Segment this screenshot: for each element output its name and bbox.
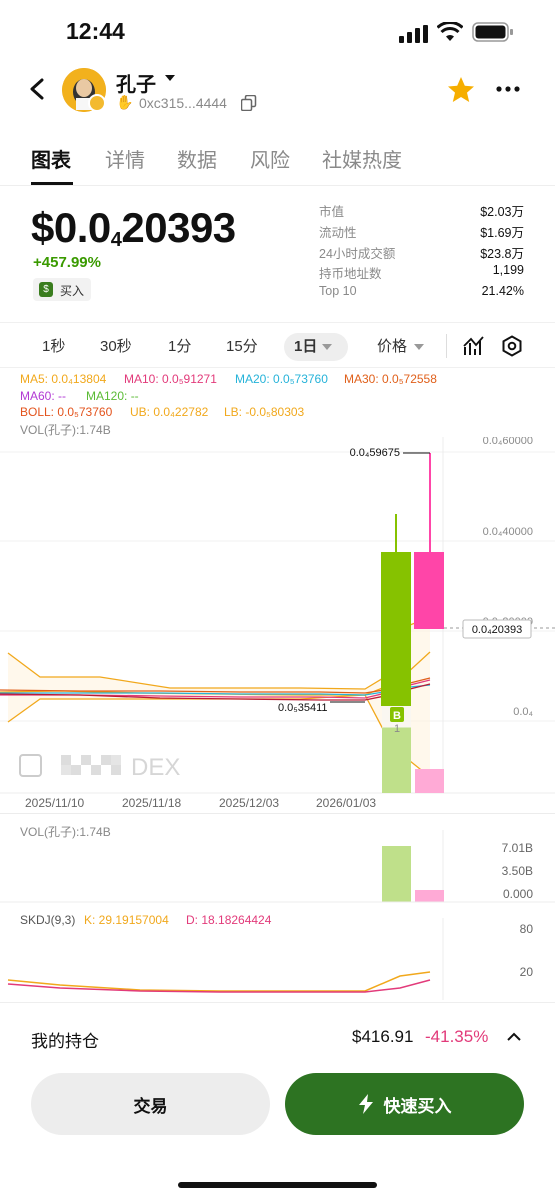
holdings-change: -41.35% xyxy=(425,1027,489,1046)
token-header: 孔子 ✋ 0xc315...4444 xyxy=(0,64,555,118)
volume-bar xyxy=(382,846,411,902)
x-tick-label: 2025/11/18 xyxy=(122,796,181,810)
stat-label: 24小时成交额 xyxy=(319,247,396,261)
boll-ub-label: UB: 0.0₄22782 xyxy=(130,405,209,419)
token-name[interactable]: 孔子 xyxy=(116,68,156,97)
stat-label: 市值 xyxy=(319,205,345,219)
buy-count-label: 1 xyxy=(394,723,400,735)
money-bag-icon: $ xyxy=(39,282,53,297)
timeframe-1s[interactable]: 1秒 xyxy=(42,333,65,361)
boll-label: BOLL: 0.0₅73760 xyxy=(20,405,113,419)
low-price-label: 0.0₅35411 xyxy=(278,702,328,714)
candle-up xyxy=(381,552,411,706)
copy-icon[interactable] xyxy=(241,95,257,111)
current-price: $0.0420393 xyxy=(31,204,236,251)
stat-value: 21.42% xyxy=(481,284,524,298)
x-tick-label: 2025/12/03 xyxy=(219,796,279,810)
skdj-tick-label: 20 xyxy=(520,965,534,979)
caret-down-icon[interactable] xyxy=(165,75,175,83)
y-tick-label: 0.0₄60000 xyxy=(483,437,533,447)
buy-tag-label: 买入 xyxy=(60,284,85,298)
tab-active-indicator xyxy=(31,182,73,185)
ma10-label: MA10: 0.0₅91271 xyxy=(124,372,217,386)
chevron-up-icon[interactable] xyxy=(507,1032,521,1042)
home-indicator xyxy=(178,1182,377,1188)
tab-details[interactable]: 详情 xyxy=(105,144,145,173)
battery-icon xyxy=(472,22,513,42)
caret-down-icon xyxy=(414,344,424,350)
timeframe-1d-label: 1日 xyxy=(294,338,318,355)
buy-marker-label: B xyxy=(393,710,401,722)
timeframe-1m[interactable]: 1分 xyxy=(168,333,191,361)
timeframe-30s[interactable]: 30秒 xyxy=(100,333,132,361)
tab-risk[interactable]: 风险 xyxy=(250,144,290,173)
volume-tick-label: 0.000 xyxy=(503,887,533,901)
x-tick-label: 2026/01/03 xyxy=(316,796,376,810)
tab-social[interactable]: 社媒热度 xyxy=(322,144,402,173)
boll-lb-label: LB: -0.0₅80303 xyxy=(224,405,305,419)
more-icon[interactable] xyxy=(496,86,520,92)
stat-label: 持币地址数 xyxy=(319,267,382,281)
tab-bar: 图表 详情 数据 风险 社媒热度 xyxy=(0,138,555,186)
wifi-icon xyxy=(437,22,463,41)
timeframe-15m[interactable]: 15分 xyxy=(226,333,258,361)
price-dropdown-label: 价格 xyxy=(377,338,408,355)
stat-value: $1.69万 xyxy=(480,226,524,240)
status-time: 12:44 xyxy=(66,18,125,44)
y-tick-label: 0.0₄ xyxy=(513,706,533,718)
star-icon[interactable] xyxy=(447,76,475,104)
chain-badge-icon xyxy=(88,94,106,112)
tab-chart[interactable]: 图表 xyxy=(31,144,71,173)
y-tick-label: 0.0₄40000 xyxy=(483,526,533,538)
current-price-label: 0.0₄20393 xyxy=(472,624,522,636)
stat-value: 1,199 xyxy=(492,263,524,277)
candle-down xyxy=(414,552,444,629)
volume-tick-label: 7.01B xyxy=(502,841,533,855)
settings-hex-icon[interactable] xyxy=(501,335,523,357)
price-change: +457.99% xyxy=(33,254,101,271)
ma120-label: MA120: -- xyxy=(86,389,139,403)
okx-logo-watermark xyxy=(19,754,121,777)
volume-bar xyxy=(382,727,411,793)
price-dropdown[interactable]: 价格 xyxy=(377,333,424,361)
ma30-label: MA30: 0.0₅72558 xyxy=(344,372,437,386)
stat-value: $23.8万 xyxy=(480,247,524,261)
price-chart[interactable]: B 1 0.0₄59675 0.0₅35411 0.0₄60000 0.0₄40… xyxy=(0,437,555,813)
divider xyxy=(446,334,447,358)
quick-buy-button-label: 快速买入 xyxy=(383,1096,452,1116)
wave-hand-icon: ✋ xyxy=(116,94,134,110)
stat-label: 流动性 xyxy=(319,226,357,240)
boll-lower-line xyxy=(7,694,431,778)
indicator-chart-icon[interactable] xyxy=(463,335,485,357)
signal-icon xyxy=(399,25,428,43)
volume-chart: 7.01B 3.50B 0.000 xyxy=(0,830,555,903)
trade-button-label: 交易 xyxy=(133,1096,168,1116)
ma20-label: MA20: 0.0₅73760 xyxy=(235,372,328,386)
stat-value: $2.03万 xyxy=(480,205,524,219)
buy-tag[interactable]: $ 买入 xyxy=(33,278,91,301)
token-address[interactable]: 0xc315...4444 xyxy=(139,95,227,111)
status-bar: 12:44 xyxy=(0,0,555,64)
caret-down-icon xyxy=(322,344,332,350)
holdings-value: $416.91 xyxy=(352,1027,414,1046)
ma60-label: MA60: -- xyxy=(20,389,67,403)
stat-label: Top 10 xyxy=(319,284,357,298)
x-tick-label: 2025/11/10 xyxy=(25,796,84,810)
watermark-text: DEX xyxy=(131,754,180,781)
volume-bar xyxy=(415,890,444,902)
tab-data[interactable]: 数据 xyxy=(177,144,217,173)
volume-bar xyxy=(415,769,444,793)
back-icon[interactable] xyxy=(28,78,48,100)
ma5-label: MA5: 0.0₄13804 xyxy=(20,372,107,386)
skdj-tick-label: 80 xyxy=(520,922,534,936)
trade-button[interactable]: 交易 xyxy=(31,1073,270,1135)
vol-label: VOL(孔子):1.74B xyxy=(20,423,111,437)
quick-buy-button[interactable]: 快速买入 xyxy=(285,1073,524,1135)
holdings-label: 我的持仓 xyxy=(31,1032,99,1051)
lightning-icon xyxy=(358,1094,373,1114)
high-price-label: 0.0₄59675 xyxy=(350,447,400,459)
skdj-chart: 80 20 xyxy=(7,918,534,1000)
volume-tick-label: 3.50B xyxy=(502,864,533,878)
timeframe-1d[interactable]: 1日 xyxy=(284,333,348,361)
